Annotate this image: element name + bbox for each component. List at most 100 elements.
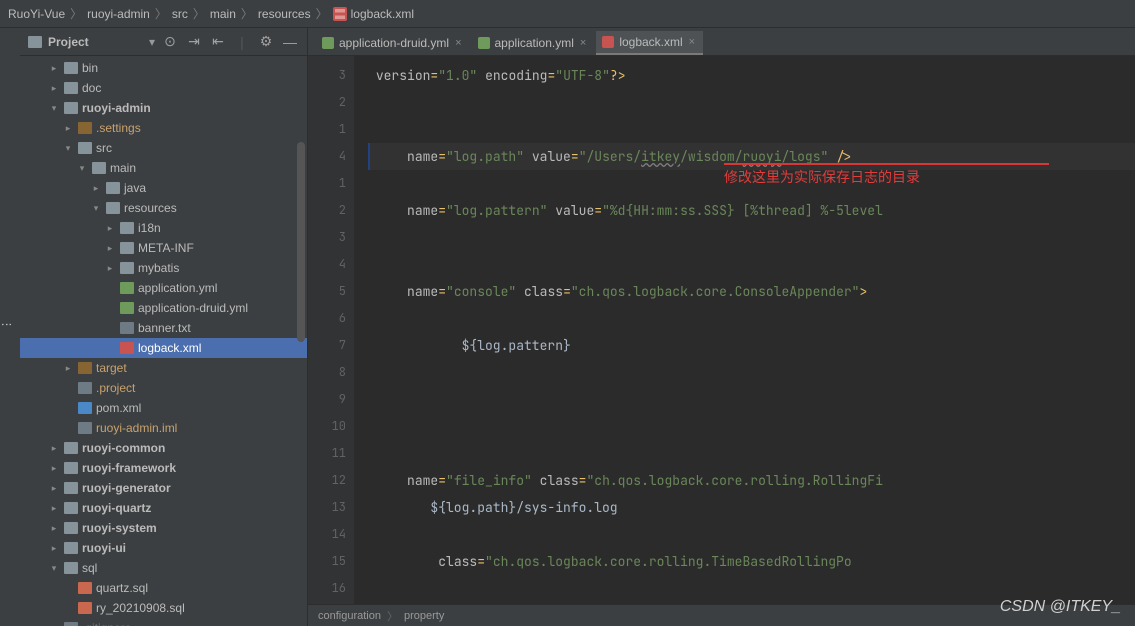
folder-icon [106,182,120,194]
tree-item[interactable]: application-druid.yml [20,298,307,318]
breadcrumb-item[interactable]: ruoyi-admin [87,7,150,21]
collapse-icon[interactable]: ⇤ [209,33,227,51]
tree-item[interactable]: ruoyi-common [20,438,307,458]
breadcrumb-item[interactable]: src [172,7,188,21]
line-number: 9 [308,386,346,413]
tree-item[interactable]: ruoyi-admin [20,98,307,118]
code-editor[interactable]: version="1.0" encoding="UTF-8"?> name="l… [354,56,1135,604]
tree-item[interactable]: .gitignore [20,618,307,626]
scrollbar[interactable] [297,142,305,342]
folder-icon [120,222,134,234]
breadcrumb-item[interactable]: RuoYi-Vue [8,7,65,21]
tree-label: ruoyi-quartz [82,501,151,515]
tree-label: java [124,181,146,195]
editor-area: application-druid.yml×application.yml×lo… [308,28,1135,626]
expand-icon[interactable]: ⇥ [185,33,203,51]
folder-icon [64,442,78,454]
structure-crumb-item[interactable]: configuration [318,610,381,622]
tree-item[interactable]: ruoyi-system [20,518,307,538]
tree-arrow-icon[interactable] [76,163,88,174]
tree-item[interactable]: bin [20,58,307,78]
tree-item[interactable]: ruoyi-framework [20,458,307,478]
folder-icon [64,462,78,474]
tree-label: sql [82,561,97,575]
tree-arrow-icon[interactable] [48,463,60,474]
line-number: 8 [308,359,346,386]
locate-icon[interactable]: ⊙ [161,33,179,51]
line-number: 13 [308,494,346,521]
tree-arrow-icon[interactable] [104,243,116,254]
tree-arrow-icon[interactable] [48,503,60,514]
tree-arrow-icon[interactable] [48,483,60,494]
tree-arrow-icon[interactable] [48,563,60,574]
tree-arrow-icon[interactable] [48,83,60,94]
breadcrumb-item[interactable]: logback.xml [351,7,414,21]
tree-arrow-icon[interactable] [62,143,74,154]
tree-item[interactable]: logback.xml [20,338,307,358]
sql-icon [78,602,92,614]
project-tree[interactable]: bindocruoyi-admin.settingssrcmain java res… [20,56,307,626]
tree-item[interactable]: quartz.sql [20,578,307,598]
editor-tab[interactable]: application-druid.yml× [316,31,470,55]
line-number: 16 [308,575,346,602]
line-number: 3 [308,224,346,251]
tree-arrow-icon[interactable] [62,123,74,134]
close-icon[interactable]: × [455,37,461,49]
tree-arrow-icon[interactable] [48,63,60,74]
close-icon[interactable]: × [580,37,586,49]
tree-item[interactable]: banner.txt [20,318,307,338]
close-icon[interactable]: × [689,36,695,48]
tree-item[interactable]: pom.xml [20,398,307,418]
tree-item[interactable]: i18n [20,218,307,238]
tree-item[interactable]: mybatis [20,258,307,278]
tree-arrow-icon[interactable] [48,443,60,454]
tree-item[interactable]: src [20,138,307,158]
chevron-down-icon[interactable]: ▾ [149,35,155,49]
tree-item[interactable]: .project [20,378,307,398]
tree-item[interactable]: ruoyi-ui [20,538,307,558]
tree-item[interactable]: .settings [20,118,307,138]
file-icon [120,322,134,334]
structure-crumb-item[interactable]: property [404,610,444,622]
tree-item[interactable]: application.yml [20,278,307,298]
tree-item[interactable]: ry_20210908.sql [20,598,307,618]
tree-arrow-icon[interactable] [48,543,60,554]
tree-item[interactable]: main [20,158,307,178]
tree-arrow-icon[interactable] [48,103,60,114]
tree-label: ruoyi-ui [82,541,126,555]
yml-icon [322,37,334,49]
folder-icon [64,522,78,534]
divider: | [233,33,251,51]
file-icon [64,622,78,626]
tree-arrow-icon[interactable] [48,523,60,534]
gear-icon[interactable]: ⚙ [257,33,275,51]
tree-item[interactable]: doc [20,78,307,98]
tree-arrow-icon[interactable] [104,223,116,234]
tree-item[interactable]: target [20,358,307,378]
breadcrumb-item[interactable]: main [210,7,236,21]
editor-tab[interactable]: application.yml× [472,31,595,55]
folder-special-icon [78,122,92,134]
folder-icon [64,482,78,494]
tree-arrow-icon[interactable] [90,203,102,214]
tree-item[interactable]: java [20,178,307,198]
line-number: 1 [308,116,346,143]
tree-item[interactable]: META-INF [20,238,307,258]
tree-arrow-icon[interactable] [62,363,74,374]
tree-label: .project [96,381,135,395]
side-tool-label[interactable]: ⋮ [0,28,20,626]
tree-arrow-icon[interactable] [90,183,102,194]
tree-item[interactable]: resources [20,198,307,218]
hide-icon[interactable]: — [281,33,299,51]
line-number: 2 [308,197,346,224]
line-number: 1 [308,170,346,197]
editor-tab[interactable]: logback.xml× [596,31,703,55]
tree-item[interactable]: sql [20,558,307,578]
tree-item[interactable]: ruoyi-admin.iml [20,418,307,438]
tree-item[interactable]: ruoyi-generator [20,478,307,498]
folder-icon [106,202,120,214]
breadcrumb-item[interactable]: resources [258,7,311,21]
tree-arrow-icon[interactable] [104,263,116,274]
tree-item[interactable]: ruoyi-quartz [20,498,307,518]
xml-icon [120,342,134,354]
